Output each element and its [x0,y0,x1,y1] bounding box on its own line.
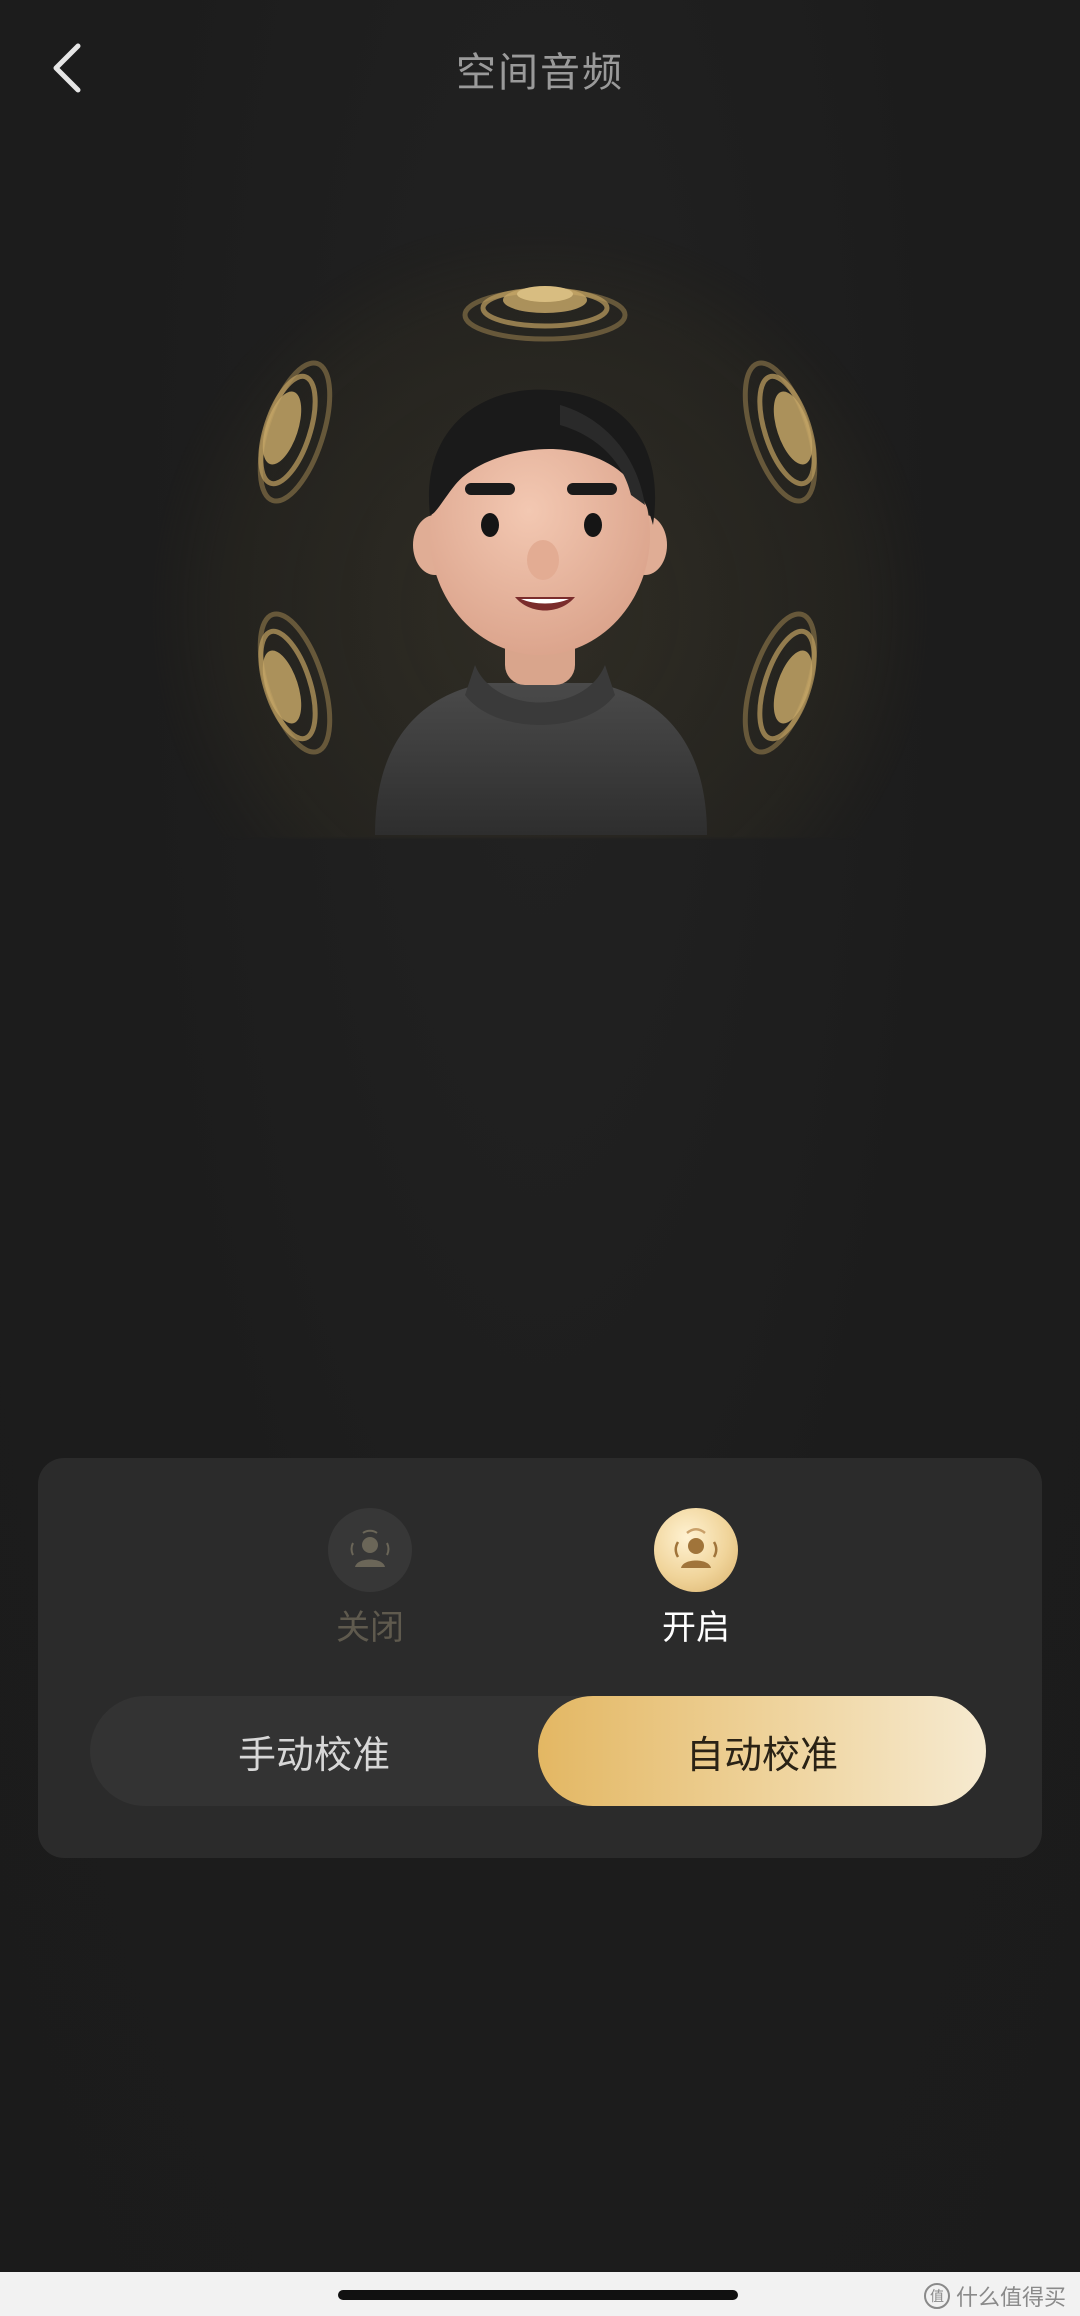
speaker-wave-icon [257,360,333,504]
manual-calibration-button[interactable]: 手动校准 [90,1696,538,1806]
mode-off-circle [328,1508,412,1592]
speaker-wave-icon [742,360,818,504]
spatial-audio-illustration [140,220,940,1000]
spatial-audio-control-card: 关闭 开启 手动校准 自动校准 [38,1458,1042,1858]
watermark: 值 什么值得买 [923,2280,1066,2312]
watermark-logo-icon: 值 [923,2283,950,2309]
mode-on-label: 开启 [662,1608,730,1648]
mode-off-option[interactable]: 关闭 [300,1508,440,1649]
mode-off-label: 关闭 [336,1608,404,1648]
page: 空间音频 关闭 开启 手动校准 自动校准 值 什么值得买 [0,0,1080,2316]
speaker-wave-icon [257,611,333,755]
watermark-text: 什么值得买 [955,2286,1066,2311]
avatar [375,389,707,835]
person-audio-icon [674,1528,718,1568]
auto-calibration-button[interactable]: 自动校准 [538,1696,986,1806]
home-indicator[interactable] [338,2290,738,2300]
calibration-segmented-control: 手动校准 自动校准 [90,1696,986,1806]
speaker-wave-icon [742,611,818,755]
header: 空间音频 [0,0,1080,140]
mode-on-circle [654,1508,738,1592]
page-title: 空间音频 [456,50,624,96]
mode-on-option[interactable]: 开启 [626,1508,766,1649]
speaker-wave-icon [462,286,628,342]
person-audio-icon [350,1529,390,1567]
